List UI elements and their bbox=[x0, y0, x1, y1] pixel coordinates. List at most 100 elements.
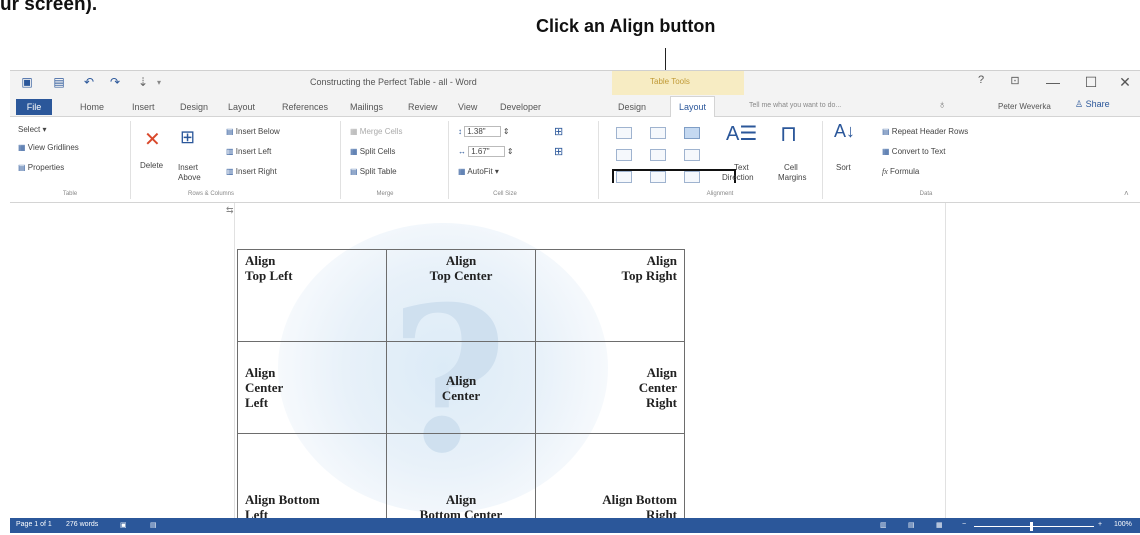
merge-cells-button[interactable]: ▦ Merge Cells bbox=[350, 127, 402, 136]
text-direction-icon[interactable]: A☰ bbox=[726, 121, 757, 146]
zoom-level[interactable]: 100% bbox=[1114, 521, 1132, 528]
row-height-icon: ↕ bbox=[458, 127, 462, 136]
word-count[interactable]: 276 words bbox=[66, 521, 98, 528]
cell-margins-label-2: Margins bbox=[778, 173, 807, 182]
align-top-left-button[interactable] bbox=[616, 127, 632, 139]
properties-button[interactable]: ▤ Properties bbox=[18, 163, 64, 172]
share-button[interactable]: ♙ Share bbox=[1075, 99, 1110, 110]
table-move-handle-icon[interactable]: ⇆ bbox=[226, 205, 234, 216]
insert-right-button[interactable]: ▥ Insert Right bbox=[226, 167, 277, 176]
user-name[interactable]: Peter Weverka bbox=[998, 102, 1051, 111]
insert-left-button[interactable]: ▥ Insert Left bbox=[226, 147, 271, 156]
share-person-icon: ♙ bbox=[1075, 99, 1084, 109]
align-bottom-center-button[interactable] bbox=[650, 171, 666, 183]
view-gridlines-button[interactable]: ▦ View Gridlines bbox=[18, 143, 79, 152]
table-row: Align Center Left Align Center Align Center R… bbox=[237, 341, 685, 434]
formula-button[interactable]: fx Formula bbox=[882, 167, 919, 176]
tab-view[interactable]: View bbox=[458, 102, 477, 112]
macro-record-icon[interactable]: ▤ bbox=[150, 521, 157, 529]
delete-icon[interactable]: ✕ bbox=[144, 127, 161, 152]
align-center-right-button[interactable] bbox=[684, 149, 700, 161]
merge-cells-label: Merge Cells bbox=[359, 127, 403, 136]
zoom-slider[interactable] bbox=[974, 526, 1094, 527]
row-height-spinner-icon[interactable]: ⇕ bbox=[503, 127, 510, 136]
split-table-label: Split Table bbox=[359, 167, 397, 176]
select-button[interactable]: Select ▾ bbox=[18, 125, 46, 134]
distribute-columns-icon[interactable]: ⊞ bbox=[554, 145, 563, 158]
row-height-value[interactable]: 1.38" bbox=[464, 126, 501, 137]
cell-align-bottom-center[interactable]: Align Bottom Center bbox=[386, 433, 536, 526]
tab-mailings[interactable]: Mailings bbox=[350, 102, 383, 112]
save-icon[interactable]: ▤ bbox=[52, 76, 66, 89]
cell-align-top-center[interactable]: Align Top Center bbox=[386, 249, 536, 342]
group-label-rows-columns: Rows & Columns bbox=[187, 191, 234, 197]
insert-left-label: Insert Left bbox=[235, 147, 272, 156]
cell-align-bottom-right[interactable]: Align Bottom Right bbox=[535, 433, 685, 526]
cell-margins-icon[interactable]: ⊓ bbox=[780, 121, 797, 147]
split-table-icon: ▤ bbox=[350, 167, 358, 176]
delete-label: Delete bbox=[140, 161, 164, 170]
align-center-button[interactable] bbox=[650, 149, 666, 161]
page-count[interactable]: Page 1 of 1 bbox=[16, 521, 52, 528]
touch-mode-icon[interactable]: ⇣ bbox=[136, 76, 150, 89]
cell-align-center[interactable]: Align Center bbox=[386, 341, 536, 434]
column-width-value[interactable]: 1.67" bbox=[468, 146, 505, 157]
tab-home[interactable]: Home bbox=[80, 102, 104, 112]
column-width-icon: ↔ bbox=[458, 147, 466, 156]
status-bar: Page 1 of 1 276 words ▣ ▤ ▥ ▤ ▦ − + 100% bbox=[10, 518, 1140, 533]
split-table-button[interactable]: ▤ Split Table bbox=[350, 167, 397, 176]
tab-developer[interactable]: Developer bbox=[500, 102, 541, 112]
sort-icon[interactable]: A↓ bbox=[834, 121, 855, 142]
minimize-button[interactable]: — bbox=[1044, 74, 1062, 90]
tab-layout[interactable]: Layout bbox=[228, 102, 255, 112]
align-bottom-right-button[interactable] bbox=[684, 171, 700, 183]
cell-align-center-left[interactable]: Align Center Left bbox=[237, 341, 387, 434]
cell-align-top-right[interactable]: Align Top Right bbox=[535, 249, 685, 342]
maximize-button[interactable]: ☐ bbox=[1082, 74, 1100, 91]
row-height-field[interactable]: ↕ 1.38" ⇕ bbox=[458, 126, 510, 137]
properties-label: Properties bbox=[27, 163, 65, 172]
align-bottom-left-button[interactable] bbox=[616, 171, 632, 183]
align-demo-table[interactable]: Align Top Left Align Top Center Align Top R… bbox=[237, 249, 685, 526]
split-cells-button[interactable]: ▦ Split Cells bbox=[350, 147, 395, 156]
proofing-icon[interactable]: ▣ bbox=[120, 521, 127, 529]
autofit-button[interactable]: ▦ AutoFit ▾ bbox=[458, 167, 499, 176]
customize-qat-icon[interactable]: ▾ bbox=[152, 76, 166, 89]
print-layout-icon[interactable]: ▤ bbox=[908, 521, 915, 529]
column-width-spinner-icon[interactable]: ⇕ bbox=[507, 147, 514, 156]
redo-icon[interactable]: ↷ bbox=[108, 76, 122, 89]
zoom-in-icon[interactable]: + bbox=[1098, 521, 1102, 528]
tab-design[interactable]: Design bbox=[180, 102, 208, 112]
zoom-slider-thumb[interactable] bbox=[1030, 522, 1033, 531]
ribbon-display-icon[interactable]: ⊡ bbox=[1006, 74, 1024, 87]
read-mode-icon[interactable]: ▥ bbox=[880, 521, 887, 529]
align-top-center-button[interactable] bbox=[650, 127, 666, 139]
tell-me-box[interactable]: Tell me what you want to do... bbox=[745, 100, 965, 114]
cell-align-center-right[interactable]: Align Center Right bbox=[535, 341, 685, 434]
align-center-left-button[interactable] bbox=[616, 149, 632, 161]
convert-to-text-button[interactable]: ▦ Convert to Text bbox=[882, 147, 945, 156]
undo-icon[interactable]: ↶ bbox=[82, 76, 96, 89]
zoom-out-icon[interactable]: − bbox=[962, 521, 966, 528]
close-button[interactable]: ✕ bbox=[1116, 74, 1134, 91]
insert-above-icon[interactable]: ⊞ bbox=[180, 127, 195, 148]
tab-references[interactable]: References bbox=[282, 102, 328, 112]
distribute-rows-icon[interactable]: ⊞ bbox=[554, 125, 563, 138]
column-width-field[interactable]: ↔ 1.67" ⇕ bbox=[458, 146, 514, 157]
group-label-data: Data bbox=[919, 191, 933, 197]
web-layout-icon[interactable]: ▦ bbox=[936, 521, 943, 529]
cell-align-bottom-left[interactable]: Align Bottom Left bbox=[237, 433, 387, 526]
insert-below-button[interactable]: ▤ Insert Below bbox=[226, 127, 280, 136]
tab-table-design[interactable]: Design bbox=[618, 102, 646, 112]
gridlines-icon: ▦ bbox=[18, 143, 26, 152]
tab-insert[interactable]: Insert bbox=[132, 102, 155, 112]
tab-review[interactable]: Review bbox=[408, 102, 438, 112]
cell-align-top-left[interactable]: Align Top Left bbox=[237, 249, 387, 342]
align-top-right-button[interactable] bbox=[684, 127, 700, 139]
tab-file[interactable]: File bbox=[16, 99, 52, 115]
help-icon[interactable]: ? bbox=[972, 74, 990, 86]
repeat-header-rows-button[interactable]: ▤ Repeat Header Rows bbox=[882, 127, 968, 136]
collapse-ribbon-icon[interactable]: ˄ bbox=[1124, 189, 1129, 198]
text-direction-label-1: Text bbox=[734, 163, 749, 172]
tab-table-layout[interactable]: Layout bbox=[670, 96, 716, 117]
